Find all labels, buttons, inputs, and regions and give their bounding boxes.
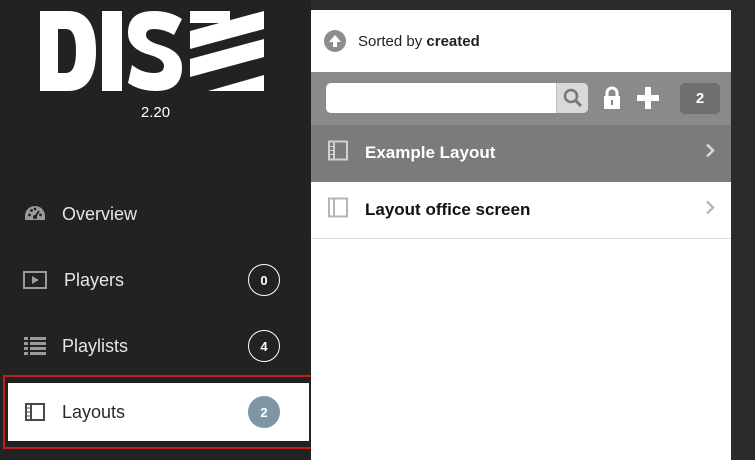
layout-list-item[interactable]: Example Layout (311, 125, 731, 182)
add-layout-button[interactable] (634, 84, 662, 112)
players-count-badge: 0 (248, 264, 280, 296)
layout-name: Layout office screen (365, 200, 531, 219)
layout-icon (327, 140, 349, 167)
search-button[interactable] (556, 83, 588, 113)
plus-icon (637, 87, 659, 109)
sidebar: 2.20 Overview Players 0 Playlists 4 Layo… (0, 0, 318, 460)
arrow-up-icon[interactable] (324, 30, 346, 52)
layouts-panel: Sorted by created 2 Example Layout Layou… (311, 10, 731, 460)
sidebar-item-playlists[interactable]: Playlists 4 (8, 317, 309, 375)
sort-label: Sorted by created (358, 33, 480, 50)
lock-icon[interactable] (598, 84, 626, 112)
search-input[interactable] (326, 83, 556, 113)
background-strip (731, 0, 755, 460)
sidebar-item-label: Layouts (62, 401, 126, 422)
chevron-right-icon (705, 143, 715, 164)
app-version: 2.20 (140, 104, 171, 121)
layout-name: Example Layout (365, 143, 496, 162)
sort-prefix: Sorted by (358, 32, 423, 50)
sort-field[interactable]: created (426, 33, 479, 50)
dashboard-icon (23, 203, 47, 225)
sidebar-item-label: Playlists (62, 335, 129, 356)
search-box (326, 83, 588, 113)
sidebar-item-label: Overview (62, 203, 138, 224)
app-root: 2.20 Overview Players 0 Playlists 4 Layo… (0, 0, 755, 460)
play-icon (23, 269, 47, 291)
chevron-right-icon (705, 200, 715, 221)
sidebar-item-layouts[interactable]: Layouts 2 (8, 383, 309, 441)
list-icon (23, 335, 47, 357)
layout-icon (23, 401, 47, 423)
sidebar-item-overview[interactable]: Overview (8, 185, 309, 243)
toolbar: 2 (311, 72, 731, 125)
layout-icon (327, 197, 349, 224)
sort-bar[interactable]: Sorted by created (311, 10, 731, 72)
layouts-count-badge: 2 (248, 396, 280, 428)
sidebar-item-label: Players (64, 269, 125, 290)
search-icon (563, 88, 582, 108)
dise-logo (40, 11, 264, 96)
sidebar-item-players[interactable]: Players 0 (8, 251, 309, 309)
layout-list-item[interactable]: Layout office screen (311, 182, 731, 239)
layouts-total-badge: 2 (680, 83, 720, 114)
playlists-count-badge: 4 (248, 330, 280, 362)
